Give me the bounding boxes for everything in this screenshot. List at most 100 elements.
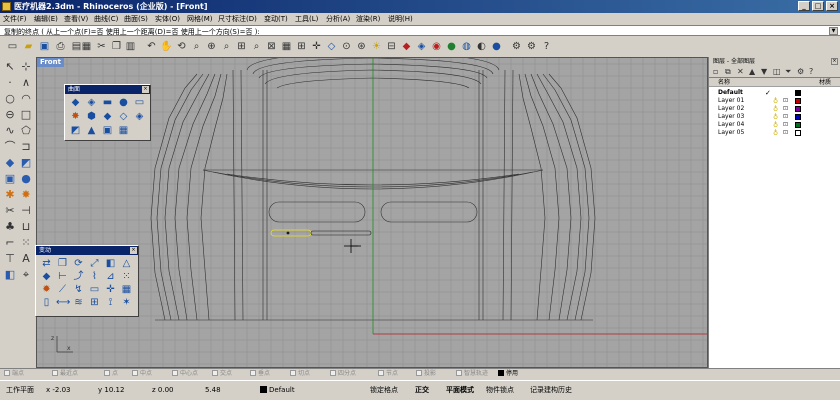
- surface-palette-close-button[interactable]: ×: [142, 86, 149, 93]
- fillet-curve-icon[interactable]: ⌒: [3, 140, 17, 154]
- osnap-quad[interactable]: 四分点: [330, 370, 356, 378]
- menu-analyze[interactable]: 分析(A): [326, 14, 350, 24]
- twist-tool-icon[interactable]: ⤴: [72, 271, 85, 282]
- menu-mesh[interactable]: 网格(M): [187, 14, 213, 24]
- zoom-window-icon[interactable]: ⊕: [205, 40, 218, 53]
- box-icon[interactable]: ▣: [3, 172, 17, 186]
- osnap-project[interactable]: 投影: [416, 370, 436, 378]
- layer-lock-icon[interactable]: ⊡: [783, 113, 788, 121]
- transform-palette-title-bar[interactable]: 变动 ×: [36, 246, 138, 255]
- zoom-extents-icon[interactable]: ⊞: [235, 40, 248, 53]
- color-icon[interactable]: ◆: [400, 40, 413, 53]
- maximize-button[interactable]: □: [812, 1, 824, 11]
- transform-palette-close-button[interactable]: ×: [130, 247, 137, 254]
- align-tool-icon[interactable]: ⊢: [56, 271, 69, 282]
- curve-icon[interactable]: ∿: [3, 124, 17, 138]
- explode-icon[interactable]: ✸: [19, 188, 33, 202]
- command-line[interactable]: 复制的终点 ( 从上一个点(F)=否 使用上一个距离(D)=否 使用上一个方向(…: [0, 25, 840, 36]
- menu-view[interactable]: 查看(V): [64, 14, 88, 24]
- array-grid-icon[interactable]: ⁙: [120, 271, 133, 282]
- ghost-icon[interactable]: ◐: [475, 40, 488, 53]
- copy-tool-icon[interactable]: ❐: [56, 258, 69, 269]
- menu-transform[interactable]: 变动(T): [264, 14, 288, 24]
- zoom-dynamic-icon[interactable]: ⌕: [220, 40, 233, 53]
- rectangle-icon[interactable]: □: [19, 108, 33, 122]
- osnap-point[interactable]: 点: [104, 370, 118, 378]
- layer-color-swatch[interactable]: [795, 114, 801, 120]
- scale-tool-icon[interactable]: ⤢: [88, 258, 101, 269]
- lock-icon[interactable]: ⊟: [385, 40, 398, 53]
- layer-color-swatch[interactable]: [795, 98, 801, 104]
- rhino-app-icon[interactable]: [2, 2, 11, 11]
- mesh-icon[interactable]: ◧: [3, 268, 17, 282]
- layer-visible-bulb-icon[interactable]: ♁: [773, 97, 778, 105]
- menu-file[interactable]: 文件(F): [3, 14, 27, 24]
- layer-help-icon[interactable]: ?: [809, 67, 813, 76]
- trim-icon[interactable]: ✂: [3, 204, 17, 218]
- surface-loft-icon[interactable]: ⬢: [85, 111, 98, 122]
- move-up-icon[interactable]: ▲: [749, 67, 755, 76]
- text-icon[interactable]: A: [19, 252, 33, 266]
- new-layer-icon[interactable]: ▫: [713, 67, 718, 76]
- group-icon[interactable]: ♣: [3, 220, 17, 234]
- properties-icon[interactable]: ▦: [80, 40, 93, 53]
- grid-icon[interactable]: ✛: [310, 40, 323, 53]
- menu-help[interactable]: 说明(H): [388, 14, 413, 24]
- menu-edit[interactable]: 编辑(E): [34, 14, 58, 24]
- planar-toggle[interactable]: 平面模式: [446, 385, 474, 395]
- set-points-icon[interactable]: ▯: [40, 297, 53, 308]
- osnap-perpendicular[interactable]: 垂点: [250, 370, 270, 378]
- control-points-icon[interactable]: ⁙: [19, 236, 33, 250]
- layer-color-swatch[interactable]: [795, 130, 801, 136]
- smooth-tool-icon[interactable]: ↯: [72, 284, 85, 295]
- flow-tool-icon[interactable]: ✹: [40, 284, 53, 295]
- new-sublayer-icon[interactable]: ⧉: [725, 67, 731, 77]
- cut-icon[interactable]: ✂: [95, 40, 108, 53]
- offset-curve-icon[interactable]: ⊐: [19, 140, 33, 154]
- maelstrom-tool-icon[interactable]: ✶: [120, 297, 133, 308]
- surface-grid-icon[interactable]: ▦: [117, 125, 130, 136]
- viewport-label[interactable]: Front: [37, 58, 64, 67]
- osnap-smarttrack[interactable]: 智慧轨迹: [456, 370, 488, 378]
- material-column-header[interactable]: 材质: [819, 78, 831, 87]
- menu-curve[interactable]: 曲线(C): [94, 14, 118, 24]
- surface-sweep-icon[interactable]: ✸: [69, 111, 82, 122]
- rotate-view-icon[interactable]: ⟲: [175, 40, 188, 53]
- circle-icon[interactable]: ○: [3, 92, 17, 106]
- zoom-all-icon[interactable]: ⊠: [265, 40, 278, 53]
- menu-dimension[interactable]: 尺寸标注(D): [218, 14, 257, 24]
- layer-row-04[interactable]: Layer 04 ♁ ⊡: [709, 121, 840, 129]
- minimize-button[interactable]: _: [798, 1, 810, 11]
- select-all-icon[interactable]: ⊹: [19, 60, 33, 74]
- history-toggle[interactable]: 记录建构历史: [530, 385, 572, 395]
- light-icon[interactable]: ☀: [370, 40, 383, 53]
- command-scroll-button[interactable]: ▼: [829, 27, 838, 35]
- layer-visible-bulb-icon[interactable]: ♁: [773, 105, 778, 113]
- wireframe-icon[interactable]: ◈: [415, 40, 428, 53]
- osnap-end[interactable]: 端点: [4, 370, 24, 378]
- layer-visible-bulb-icon[interactable]: ♁: [773, 113, 778, 121]
- split-icon[interactable]: ⊣: [19, 204, 33, 218]
- settings-icon[interactable]: ⚙: [525, 40, 538, 53]
- layer-filter-icon[interactable]: ⏷: [785, 67, 791, 77]
- mirror-tool-icon[interactable]: ◧: [104, 258, 117, 269]
- join-icon[interactable]: ⊔: [19, 220, 33, 234]
- current-layer-pane[interactable]: Default: [260, 385, 295, 395]
- osnap-center[interactable]: 中心点: [172, 370, 198, 378]
- cplane-label[interactable]: 工作平面: [6, 385, 34, 395]
- save-icon[interactable]: ▣: [38, 40, 51, 53]
- shear-tool-icon[interactable]: ⟋: [56, 284, 69, 295]
- surface-corner-icon[interactable]: ◆: [69, 97, 82, 108]
- zoom-icon[interactable]: ⌕: [190, 40, 203, 53]
- bend-tool-icon[interactable]: ⌇: [88, 271, 101, 282]
- named-view-icon[interactable]: ⊙: [340, 40, 353, 53]
- shaded-icon[interactable]: ●: [445, 40, 458, 53]
- move-icon[interactable]: ⌐: [3, 236, 17, 250]
- layer-row-default[interactable]: Default ✓: [709, 89, 840, 97]
- menu-solid[interactable]: 实体(O): [155, 14, 180, 24]
- paste-icon[interactable]: ▥: [124, 40, 137, 53]
- layer-lock-icon[interactable]: ⊡: [783, 97, 788, 105]
- orient-curve-icon[interactable]: ⟟: [104, 297, 117, 308]
- surface-network-icon[interactable]: ◇: [117, 111, 130, 122]
- surface-revolve-icon[interactable]: ◆: [101, 111, 114, 122]
